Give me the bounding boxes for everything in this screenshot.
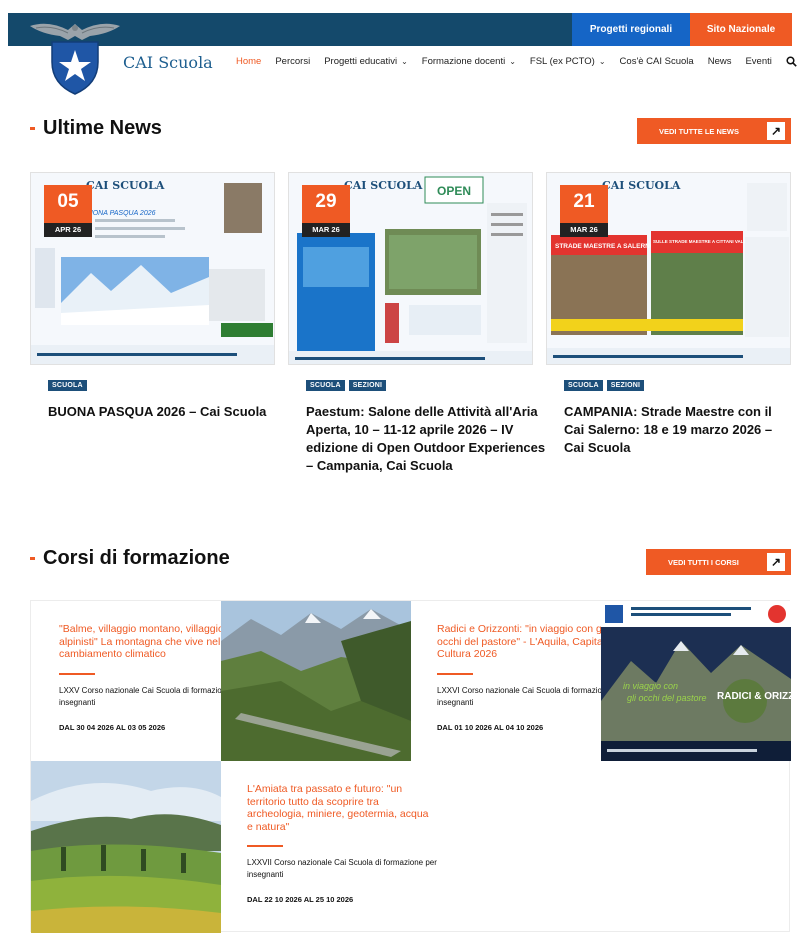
courses-grid: "Balme, villaggio montano, villaggio deg… (30, 600, 791, 933)
nav-label: Home (236, 56, 262, 67)
cai-logo[interactable] (28, 18, 122, 96)
nav-item-progetti-educativi[interactable]: Progetti educativi ⌄ (324, 56, 408, 67)
see-all-courses-label: VEDI TUTTI I CORSI (668, 557, 739, 567)
courses-section-title: Corsi di formazione (30, 547, 230, 570)
courses-title-text: Corsi di formazione (43, 547, 230, 569)
news-card-title[interactable]: CAMPANIA: Strade Maestre con il Cai Sale… (564, 403, 774, 457)
news-card-title[interactable]: BUONA PASQUA 2026 – Cai Scuola (48, 403, 288, 421)
card-image-subtitle: BUONA PASQUA 2026 (83, 210, 156, 217)
poster-line2: gli occhi del pastore (627, 693, 707, 703)
course-title[interactable]: Radici e Orizzonti: "in viaggio con gli … (437, 623, 627, 661)
title-accent (30, 557, 35, 560)
card-image-banner-a: STRADE MAESTRE A SALERNO (555, 243, 655, 250)
date-month: MAR 26 (560, 223, 608, 237)
course-title[interactable]: L'Amiata tra passato e futuro: "un terri… (247, 783, 437, 833)
regional-projects-button[interactable]: Progetti regionali (572, 13, 690, 46)
brand-name[interactable]: CAI Scuola (123, 53, 213, 72)
date-day: 05 (57, 191, 79, 212)
course-divider (247, 845, 283, 847)
nav-label: Formazione docenti (421, 56, 506, 67)
card-image-logo: OPEN (437, 184, 471, 198)
course-divider (437, 672, 473, 675)
news-card-image[interactable]: CAI SCUOLA BUONA PASQUA 2026 05 APR 26 (30, 172, 275, 365)
nav-label: Progetti educativi (324, 56, 398, 67)
nav-item-formazione-docenti[interactable]: Formazione docenti ⌄ (422, 56, 516, 67)
date-badge: 29 MAR 26 (302, 185, 350, 237)
see-all-news-button[interactable]: VEDI TUTTE LE NEWS ↗ (637, 118, 791, 144)
nav-label: News (707, 56, 732, 67)
nav-item-cose-cai-scuola[interactable]: Cos'è CAI Scuola (620, 56, 694, 67)
card-image-header: CAI SCUOLA (344, 179, 423, 192)
news-section-title: Ultime News (30, 117, 162, 140)
nav-label: Percorsi (275, 56, 311, 67)
date-month: APR 26 (44, 223, 92, 237)
course-date: DAL 01 10 2026 AL 04 10 2026 (437, 722, 544, 732)
course-image[interactable] (221, 601, 411, 761)
poster-line1: in viaggio con (623, 681, 678, 691)
card-tags: SCUOLA SEZIONI (306, 380, 387, 391)
news-card-image[interactable]: CAI SCUOLA STRADE MAESTRE A SALERNO SULL… (546, 172, 791, 365)
news-card-image[interactable]: CAI SCUOLA OPEN 29 MAR 26 (288, 172, 533, 365)
arrow-up-right-icon: ↗ (767, 122, 785, 140)
date-badge: 21 MAR 26 (560, 185, 608, 237)
date-badge: 05 APR 26 (44, 185, 92, 237)
national-site-button[interactable]: Sito Nazionale (690, 13, 792, 46)
search-icon[interactable] (786, 56, 797, 67)
main-nav: Home Percorsi Progetti educativi ⌄ Formaz… (236, 56, 800, 67)
nav-label: FSL (ex PCTO) (529, 56, 595, 67)
date-day: 21 (573, 191, 595, 212)
news-title-text: Ultime News (43, 117, 162, 139)
nav-item-eventi[interactable]: Eventi (745, 56, 771, 67)
news-card[interactable]: CAI SCUOLA BUONA PASQUA 2026 05 APR 26 (30, 172, 275, 365)
news-card-title[interactable]: Paestum: Salone delle Attività all'Aria … (306, 403, 546, 475)
top-bar: Progetti regionali Sito Nazionale (8, 13, 792, 46)
tag-badge[interactable]: SCUOLA (306, 380, 345, 391)
tag-badge[interactable]: SCUOLA (48, 380, 87, 391)
course-date: DAL 22 10 2026 AL 25 10 2026 (247, 895, 354, 904)
card-tags: SCUOLA SEZIONI (564, 380, 645, 391)
course-card[interactable]: Radici e Orizzonti: "in viaggio con gli … (437, 623, 627, 732)
course-divider (59, 672, 95, 675)
news-card[interactable]: CAI SCUOLA OPEN 29 MAR 26 (288, 172, 533, 365)
chevron-down-icon: ⌄ (401, 57, 408, 66)
course-image[interactable] (31, 761, 221, 933)
chevron-down-icon: ⌄ (598, 57, 606, 66)
nav-label: Eventi (745, 56, 772, 67)
title-accent (30, 127, 35, 130)
tag-badge[interactable]: SCUOLA (564, 380, 603, 391)
nav-item-home[interactable]: Home (236, 56, 261, 67)
nav-item-news[interactable]: News (708, 56, 732, 67)
see-all-courses-button[interactable]: VEDI TUTTI I CORSI ↗ (646, 549, 791, 575)
course-description: LXXVII Corso nazionale Cai Scuola di for… (247, 858, 437, 879)
chevron-down-icon: ⌄ (509, 57, 516, 66)
date-month: MAR 26 (302, 223, 350, 237)
news-card[interactable]: CAI SCUOLA STRADE MAESTRE A SALERNO SULL… (546, 172, 791, 365)
tag-badge[interactable]: SEZIONI (606, 380, 645, 391)
tag-badge[interactable]: SEZIONI (348, 380, 387, 391)
nav-label: Cos'è CAI Scuola (619, 56, 694, 67)
course-card[interactable]: L'Amiata tra passato e futuro: "un terri… (247, 783, 437, 904)
card-image-header: CAI SCUOLA (86, 179, 165, 192)
see-all-news-label: VEDI TUTTE LE NEWS (659, 126, 740, 136)
course-description: LXXVI Corso nazionale Cai Scuola di form… (437, 685, 625, 707)
poster-brand: RADICI & ORIZZONTI (717, 691, 791, 702)
course-image[interactable]: in viaggio con gli occhi del pastore RAD… (601, 601, 791, 761)
nav-item-percorsi[interactable]: Percorsi (275, 56, 310, 67)
card-tags: SCUOLA (48, 380, 87, 391)
date-day: 29 (315, 191, 337, 212)
arrow-up-right-icon: ↗ (767, 553, 785, 571)
page: Progetti regionali Sito Nazionale CAI Sc… (0, 0, 800, 946)
nav-item-fsl[interactable]: FSL (ex PCTO) ⌄ (530, 56, 606, 67)
card-image-header: CAI SCUOLA (602, 179, 681, 192)
